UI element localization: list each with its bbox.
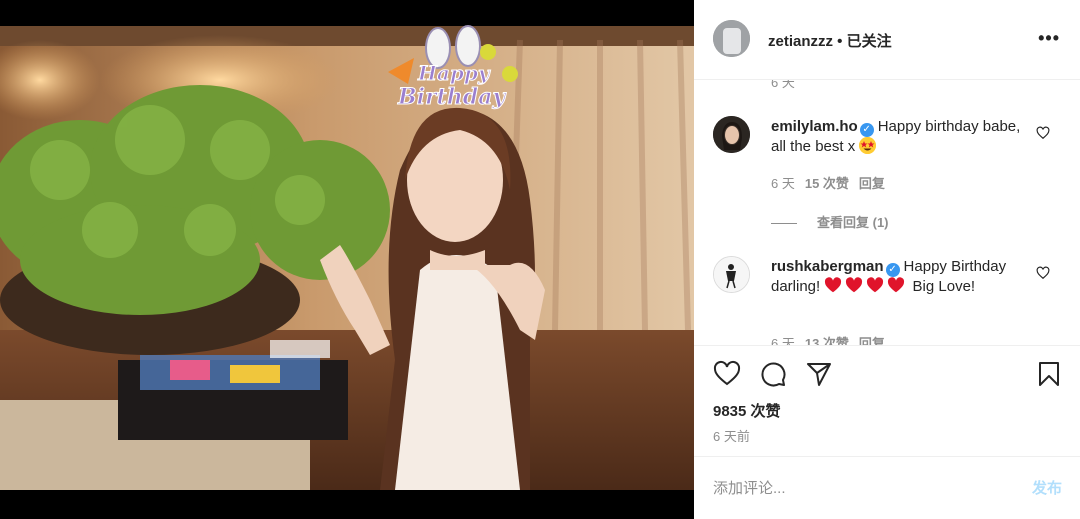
post-photo[interactable]: Happy Birthday <box>0 0 694 519</box>
red-heart-emoji-icon <box>888 277 905 293</box>
comments-list[interactable]: 6 天 emilylam.ho ✓ Happy birthday babe, all… <box>694 80 1080 346</box>
view-replies-button[interactable]: 查看回复 (1) <box>771 212 889 231</box>
add-comment-bar: 发布 <box>694 456 1080 519</box>
comment-icon[interactable] <box>759 360 787 388</box>
verified-badge-icon: ✓ <box>859 123 874 137</box>
comment-text-block: emilylam.ho ✓ Happy birthday babe, all the… <box>771 117 1031 157</box>
star-struck-emoji-icon <box>859 137 877 154</box>
comment-time: 6 天 <box>771 336 795 346</box>
replies-divider <box>771 223 797 225</box>
reply-button[interactable]: 回复 <box>859 336 885 345</box>
commenter-avatar[interactable] <box>713 116 750 153</box>
red-heart-emoji-icon <box>846 277 863 293</box>
reply-button[interactable]: 回复 <box>859 176 885 191</box>
sign-line1: Happy <box>417 61 491 85</box>
comment-text-end: Big Love! <box>912 278 976 295</box>
comment-likes[interactable]: 15 次赞 <box>805 176 849 191</box>
heart-icon[interactable] <box>713 360 741 388</box>
heart-emojis <box>824 277 912 295</box>
comment-likes[interactable]: 13 次赞 <box>805 336 849 345</box>
verified-badge-icon: ✓ <box>885 263 900 277</box>
post-actions: 9835 次赞 6 天前 <box>694 346 1080 456</box>
sign-line2: Birthday <box>397 84 507 110</box>
post-header: zetianzzz • 已关注 ••• <box>694 0 1080 80</box>
separator-dot: • <box>833 33 847 50</box>
comment-username[interactable]: emilylam.ho <box>771 118 858 135</box>
comment-like-icon[interactable] <box>1036 266 1050 280</box>
comment-like-icon[interactable] <box>1036 126 1050 140</box>
post-timestamp[interactable]: 6 天前 <box>713 426 750 445</box>
comment-meta: 6 天 13 次赞 回复 <box>771 333 885 346</box>
birthday-photo: Happy Birthday <box>0 25 694 490</box>
truncated-time: 6 天 <box>771 80 795 90</box>
bookmark-icon[interactable] <box>1035 360 1063 388</box>
post-side-panel: zetianzzz • 已关注 ••• 6 天 emilylam.ho ✓ Happ… <box>694 0 1080 519</box>
comment-meta: 6 天 15 次赞 回复 <box>771 173 885 192</box>
red-heart-emoji-icon <box>825 277 842 293</box>
commenter-avatar[interactable] <box>713 256 750 293</box>
comment-text-block: rushkabergman ✓ Happy Birthday darling! Bi… <box>771 257 1031 297</box>
author-username[interactable]: zetianzzz <box>768 33 833 50</box>
view-replies-label: 查看回复 (1) <box>817 215 889 230</box>
more-icon[interactable]: ••• <box>1038 28 1060 49</box>
comment-input[interactable] <box>713 477 1003 499</box>
comment-username[interactable]: rushkabergman <box>771 258 884 275</box>
share-icon[interactable] <box>805 360 833 388</box>
author-avatar[interactable] <box>713 20 750 57</box>
likes-count[interactable]: 9835 次赞 <box>713 400 781 421</box>
red-heart-emoji-icon <box>867 277 884 293</box>
comment-time: 6 天 <box>771 176 795 191</box>
follow-status[interactable]: 已关注 <box>847 33 892 50</box>
post-comment-button[interactable]: 发布 <box>1032 477 1062 498</box>
author-line: zetianzzz • 已关注 <box>768 30 892 51</box>
